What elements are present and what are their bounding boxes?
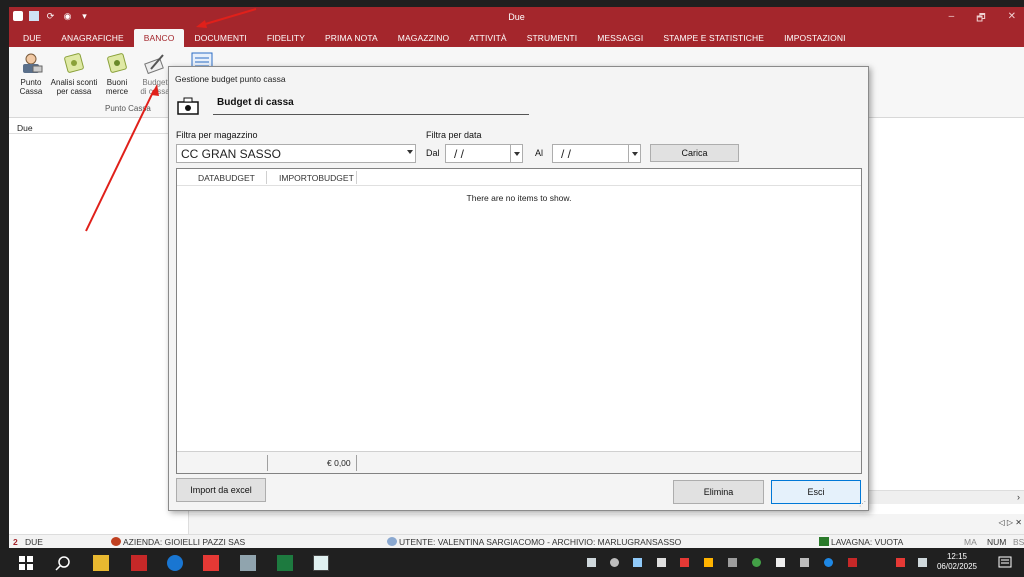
volume-icon[interactable] <box>776 558 785 567</box>
excel-icon[interactable] <box>277 555 293 571</box>
tray-shield-icon[interactable] <box>848 558 857 567</box>
clock-date: 06/02/2025 <box>936 562 978 571</box>
tray-window-icon[interactable] <box>657 558 666 567</box>
windows-start-icon[interactable] <box>18 555 34 571</box>
network-icon[interactable] <box>800 558 809 567</box>
keyboard-icon[interactable] <box>918 558 927 567</box>
search-icon[interactable] <box>55 555 71 571</box>
annotation-arrows <box>85 8 257 232</box>
due-app-icon[interactable] <box>313 555 329 571</box>
notifications-icon[interactable] <box>997 555 1013 571</box>
tray-app-icon[interactable] <box>587 558 596 567</box>
system-clock[interactable]: 12:15 06/02/2025 <box>932 552 982 572</box>
tray-usb-icon[interactable] <box>728 558 737 567</box>
acrobat-icon[interactable] <box>131 555 147 571</box>
taskbar: 12:15 06/02/2025 <box>0 549 1024 577</box>
tray-anydesk-icon[interactable] <box>896 558 905 567</box>
tray-monitor-icon[interactable] <box>633 558 642 567</box>
browser-icon[interactable] <box>167 555 183 571</box>
annotation-arrow-tab <box>196 8 257 28</box>
tray-power-icon[interactable] <box>704 558 713 567</box>
tray-sync-icon[interactable] <box>610 558 619 567</box>
clock-time: 12:15 <box>946 552 968 561</box>
anydesk-icon[interactable] <box>203 555 219 571</box>
annotation-arrow-budget <box>85 84 159 232</box>
tray-pdf-icon[interactable] <box>680 558 689 567</box>
notes-icon[interactable] <box>240 555 256 571</box>
app-frame: ⟳ ◉ ▾ Due – 🗗 ✕ DUE ANAGRAFICHE BANCO DO… <box>0 0 1024 577</box>
bluetooth-icon[interactable] <box>824 558 833 567</box>
tray-chrome-icon[interactable] <box>752 558 761 567</box>
file-explorer-icon[interactable] <box>93 555 109 571</box>
